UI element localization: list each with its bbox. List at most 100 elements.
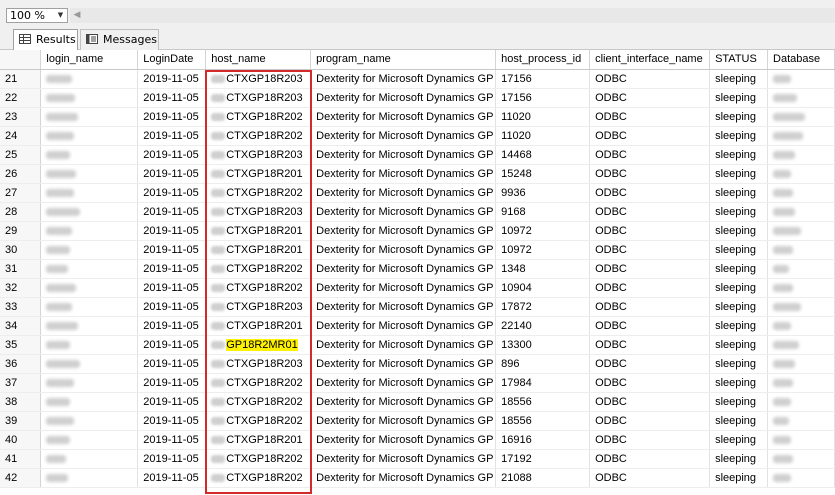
cell-program-name[interactable]: Dexterity for Microsoft Dynamics GP [310,164,497,184]
cell-login-name[interactable] [40,88,139,108]
cell-status[interactable]: sleeping [709,69,769,89]
cell-login-name[interactable] [40,373,139,393]
cell-client-interface[interactable]: ODBC [589,335,711,355]
cell-program-name[interactable]: Dexterity for Microsoft Dynamics GP [310,202,497,222]
cell-program-name[interactable]: Dexterity for Microsoft Dynamics GP [310,126,497,146]
cell-status[interactable]: sleeping [709,335,769,355]
cell-login-name[interactable] [40,449,139,469]
cell-login-name[interactable] [40,126,139,146]
cell-login-name[interactable] [40,69,139,89]
cell-login-date[interactable]: 2019-11-05 [137,221,207,241]
cell-status[interactable]: sleeping [709,259,769,279]
cell-host-name[interactable]: CTXGP18R202 [205,411,312,431]
cell-program-name[interactable]: Dexterity for Microsoft Dynamics GP [310,354,497,374]
cell-host-name[interactable]: CTXGP18R203 [205,354,312,374]
cell-host-process-id[interactable]: 17156 [495,69,591,89]
cell-status[interactable]: sleeping [709,278,769,298]
cell-login-date[interactable]: 2019-11-05 [137,164,207,184]
cell-client-interface[interactable]: ODBC [589,107,711,127]
cell-login-name[interactable] [40,202,139,222]
cell-login-date[interactable]: 2019-11-05 [137,335,207,355]
cell-database[interactable] [767,183,835,203]
cell-program-name[interactable]: Dexterity for Microsoft Dynamics GP [310,240,497,260]
cell-login-date[interactable]: 2019-11-05 [137,430,207,450]
scroll-left-icon[interactable]: ◀ [72,8,82,23]
column-header[interactable]: program_name [310,50,497,70]
cell-login-name[interactable] [40,392,139,412]
cell-host-name[interactable]: CTXGP18R201 [205,221,312,241]
table-row[interactable]: 42 2019-11-05 CTXGP18R202 Dexterity for Mic… [0,468,835,488]
cell-login-date[interactable]: 2019-11-05 [137,316,207,336]
cell-program-name[interactable]: Dexterity for Microsoft Dynamics GP [310,430,497,450]
cell-status[interactable]: sleeping [709,183,769,203]
cell-login-name[interactable] [40,107,139,127]
cell-host-name[interactable]: CTXGP18R202 [205,449,312,469]
cell-host-name[interactable]: CTXGP18R203 [205,202,312,222]
table-row[interactable]: 37 2019-11-05 CTXGP18R202 Dexterity for Mic… [0,373,835,393]
cell-login-name[interactable] [40,259,139,279]
cell-program-name[interactable]: Dexterity for Microsoft Dynamics GP [310,278,497,298]
table-row[interactable]: 29 2019-11-05 CTXGP18R201 Dexterity for Mic… [0,221,835,241]
cell-database[interactable] [767,126,835,146]
table-row[interactable]: 32 2019-11-05 CTXGP18R202 Dexterity for Mic… [0,278,835,298]
cell-login-name[interactable] [40,145,139,165]
cell-login-name[interactable] [40,221,139,241]
cell-status[interactable]: sleeping [709,373,769,393]
cell-host-name[interactable]: CTXGP18R203 [205,297,312,317]
cell-status[interactable]: sleeping [709,392,769,412]
cell-database[interactable] [767,278,835,298]
table-row[interactable]: 23 2019-11-05 CTXGP18R202 Dexterity for Mic… [0,107,835,127]
cell-host-name[interactable]: CTXGP18R203 [205,145,312,165]
row-number[interactable]: 34 [0,316,42,336]
cell-database[interactable] [767,145,835,165]
row-number[interactable]: 37 [0,373,42,393]
cell-client-interface[interactable]: ODBC [589,449,711,469]
cell-client-interface[interactable]: ODBC [589,259,711,279]
cell-host-name[interactable]: CTXGP18R202 [205,392,312,412]
cell-status[interactable]: sleeping [709,164,769,184]
row-number[interactable]: 33 [0,297,42,317]
cell-login-date[interactable]: 2019-11-05 [137,468,207,488]
cell-status[interactable]: sleeping [709,221,769,241]
cell-host-process-id[interactable]: 18556 [495,411,591,431]
chevron-down-icon[interactable]: ▼ [55,10,66,21]
cell-status[interactable]: sleeping [709,411,769,431]
cell-host-process-id[interactable]: 11020 [495,107,591,127]
column-header[interactable]: login_name [40,50,139,70]
row-number[interactable]: 35 [0,335,42,355]
cell-database[interactable] [767,107,835,127]
cell-login-name[interactable] [40,164,139,184]
cell-status[interactable]: sleeping [709,126,769,146]
cell-database[interactable] [767,88,835,108]
cell-status[interactable]: sleeping [709,449,769,469]
cell-login-date[interactable]: 2019-11-05 [137,392,207,412]
row-number[interactable]: 31 [0,259,42,279]
cell-host-process-id[interactable]: 10972 [495,221,591,241]
cell-database[interactable] [767,240,835,260]
row-number[interactable]: 41 [0,449,42,469]
table-row[interactable]: 25 2019-11-05 CTXGP18R203 Dexterity for Mic… [0,145,835,165]
cell-host-process-id[interactable]: 10904 [495,278,591,298]
cell-status[interactable]: sleeping [709,354,769,374]
cell-client-interface[interactable]: ODBC [589,297,711,317]
cell-client-interface[interactable]: ODBC [589,126,711,146]
row-number[interactable]: 29 [0,221,42,241]
row-number[interactable]: 30 [0,240,42,260]
cell-program-name[interactable]: Dexterity for Microsoft Dynamics GP [310,259,497,279]
cell-login-name[interactable] [40,183,139,203]
cell-login-date[interactable]: 2019-11-05 [137,373,207,393]
cell-host-process-id[interactable]: 14468 [495,145,591,165]
cell-host-process-id[interactable]: 13300 [495,335,591,355]
cell-program-name[interactable]: Dexterity for Microsoft Dynamics GP [310,69,497,89]
table-row[interactable]: 30 2019-11-05 CTXGP18R201 Dexterity for Mic… [0,240,835,260]
cell-login-date[interactable]: 2019-11-05 [137,354,207,374]
column-header[interactable]: Database [767,50,835,70]
row-number[interactable]: 26 [0,164,42,184]
column-header[interactable]: LoginDate [137,50,207,70]
table-row[interactable]: 21 2019-11-05 CTXGP18R203 Dexterity for Mic… [0,69,835,89]
cell-database[interactable] [767,449,835,469]
horizontal-scrollbar[interactable] [70,8,835,23]
table-row[interactable]: 38 2019-11-05 CTXGP18R202 Dexterity for Mic… [0,392,835,412]
cell-client-interface[interactable]: ODBC [589,240,711,260]
row-number[interactable]: 21 [0,69,42,89]
